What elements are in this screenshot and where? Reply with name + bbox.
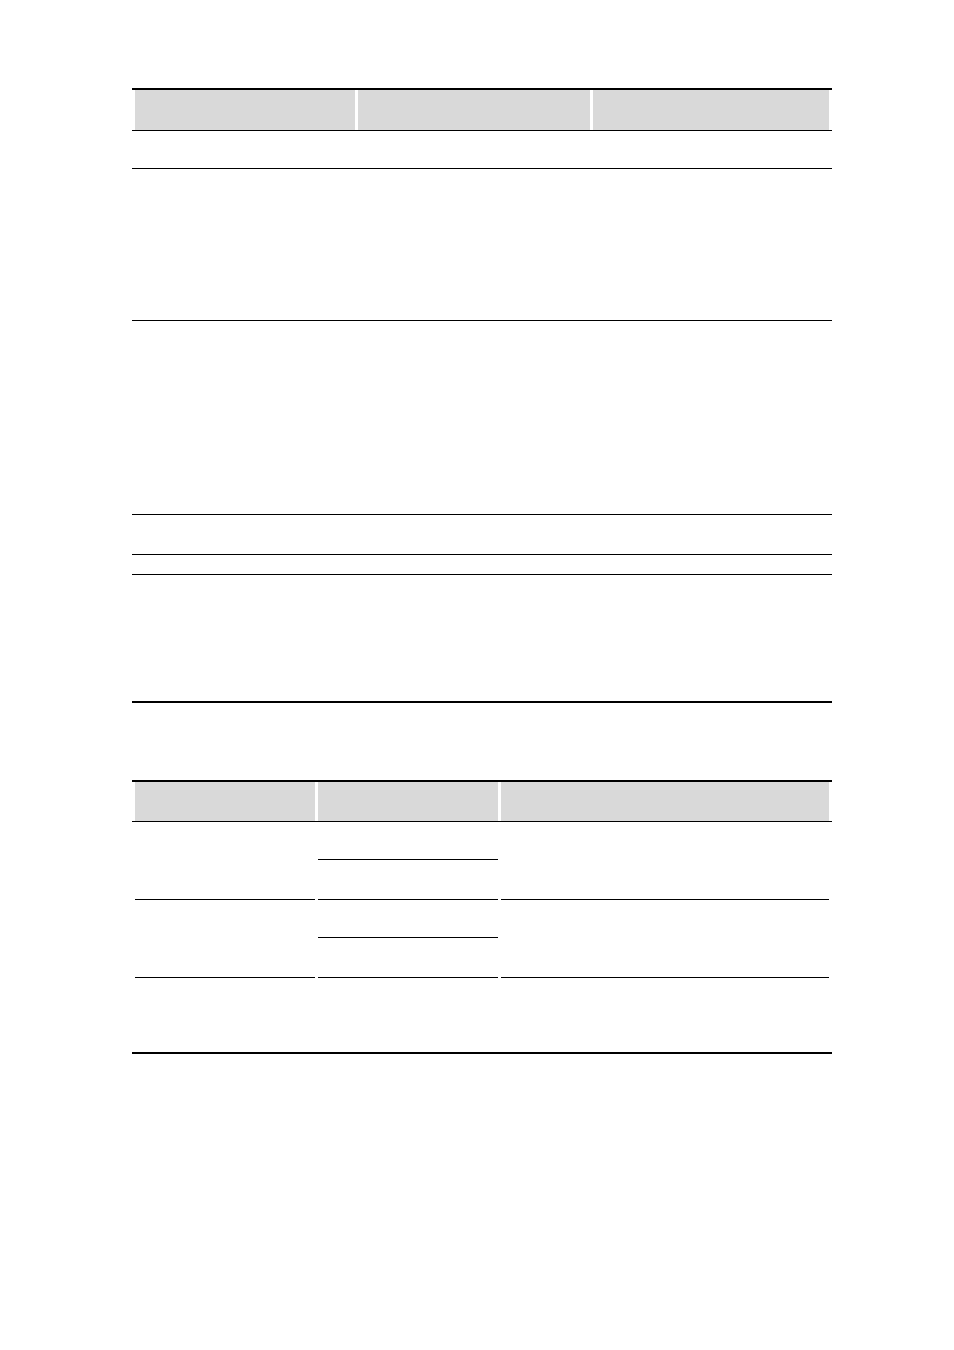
table-cell	[593, 514, 829, 554]
table-1	[132, 88, 832, 703]
table-row	[132, 899, 832, 937]
table-2-header-1	[135, 781, 315, 821]
table-cell	[593, 320, 829, 514]
table-cell	[358, 514, 590, 554]
table-row	[132, 514, 832, 554]
table-cell	[135, 554, 355, 574]
table-2-header-row	[132, 781, 832, 821]
table-cell	[135, 821, 315, 899]
table-cell	[593, 574, 829, 702]
table-cell	[501, 821, 829, 899]
table-row	[132, 977, 832, 1053]
table-2-header-2	[318, 781, 498, 821]
table-cell	[135, 574, 355, 702]
table-row	[132, 574, 832, 702]
table-cell	[318, 937, 498, 977]
table-1-header-2	[358, 89, 590, 130]
table-cell	[135, 977, 315, 1053]
table-cell	[135, 130, 355, 168]
table-cell	[318, 821, 498, 859]
table-cell	[358, 168, 590, 320]
table-cell	[501, 899, 829, 977]
table-2-header-3	[501, 781, 829, 821]
table-cell	[358, 574, 590, 702]
table-1-header-1	[135, 89, 355, 130]
table-cell	[501, 977, 829, 1053]
table-row	[132, 130, 832, 168]
table-cell	[135, 168, 355, 320]
table-1-header-3	[593, 89, 829, 130]
table-cell	[135, 320, 355, 514]
table-row	[132, 821, 832, 859]
table-cell	[593, 168, 829, 320]
table-row	[132, 320, 832, 514]
table-cell	[358, 554, 590, 574]
table-cell	[318, 859, 498, 899]
table-1-header-row	[132, 89, 832, 130]
table-cell	[593, 130, 829, 168]
table-row	[132, 554, 832, 574]
table-cell	[135, 899, 315, 977]
table-row	[132, 168, 832, 320]
table-cell	[593, 554, 829, 574]
table-cell	[318, 977, 498, 1053]
page-content	[0, 0, 954, 1350]
table-cell	[318, 899, 498, 937]
table-cell	[135, 514, 355, 554]
table-cell	[358, 130, 590, 168]
table-2	[132, 780, 832, 1054]
table-cell	[358, 320, 590, 514]
